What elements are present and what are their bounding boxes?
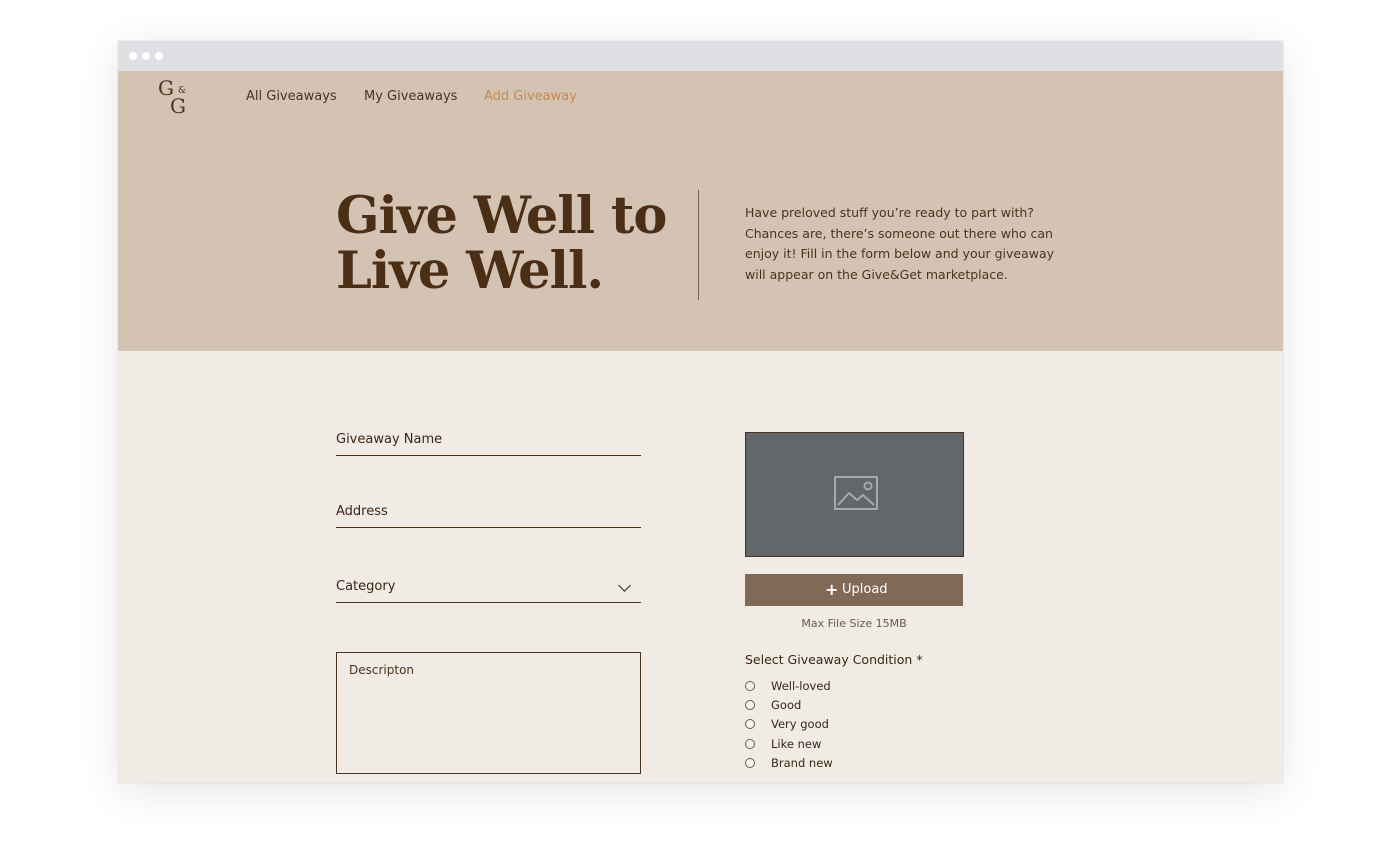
upload-button[interactable]: + Upload bbox=[745, 574, 963, 606]
upload-label: Upload bbox=[842, 582, 888, 597]
condition-label: Brand new bbox=[771, 756, 833, 770]
logo-letter: G bbox=[170, 94, 186, 118]
hero-intro-text: Have preloved stuff you’re ready to part… bbox=[745, 205, 1055, 283]
image-preview[interactable] bbox=[745, 432, 964, 557]
address-label: Address bbox=[336, 504, 388, 519]
plus-icon: + bbox=[825, 580, 839, 599]
condition-label: Well-loved bbox=[771, 679, 831, 693]
hero-divider bbox=[698, 190, 699, 300]
headline-line: Live Well. bbox=[336, 241, 604, 301]
max-file-size-note: Max File Size 15MB bbox=[801, 617, 907, 630]
radio-circle-icon[interactable] bbox=[745, 681, 755, 691]
condition-label: Very good bbox=[771, 717, 829, 731]
address-field[interactable]: Address bbox=[336, 503, 641, 528]
hero-section: G & G All Giveaways My Giveaways Add Giv… bbox=[118, 71, 1283, 351]
radio-circle-icon[interactable] bbox=[745, 739, 755, 749]
condition-label: Like new bbox=[771, 737, 822, 751]
radio-circle-icon[interactable] bbox=[745, 719, 755, 729]
window-dot-icon bbox=[155, 52, 163, 60]
giveaway-name-field[interactable]: Giveaway Name bbox=[336, 432, 641, 456]
nav-item-my-giveaways[interactable]: My Giveaways bbox=[364, 89, 457, 104]
image-icon bbox=[834, 476, 878, 510]
category-label: Category bbox=[336, 579, 396, 594]
category-select[interactable]: Category bbox=[336, 575, 641, 603]
brand-logo[interactable]: G & G bbox=[158, 78, 192, 118]
radio-circle-icon[interactable] bbox=[745, 700, 755, 710]
window-dot-icon bbox=[129, 52, 137, 60]
condition-label: Good bbox=[771, 698, 802, 712]
radio-circle-icon[interactable] bbox=[745, 758, 755, 768]
giveaway-name-label: Giveaway Name bbox=[336, 432, 443, 447]
nav-item-add-giveaway[interactable]: Add Giveaway bbox=[484, 89, 577, 104]
condition-title: Select Giveaway Condition * bbox=[745, 652, 923, 667]
browser-window: G & G All Giveaways My Giveaways Add Giv… bbox=[118, 41, 1283, 783]
hero-headline: Give Well to Live Well. bbox=[336, 186, 667, 301]
description-placeholder: Descripton bbox=[349, 663, 415, 677]
headline-line: Give Well to bbox=[336, 186, 667, 246]
nav-item-all-giveaways[interactable]: All Giveaways bbox=[246, 89, 337, 104]
chevron-down-icon[interactable] bbox=[618, 579, 631, 592]
window-dot-icon bbox=[142, 52, 150, 60]
window-titlebar bbox=[118, 41, 1283, 71]
description-textarea[interactable]: Descripton bbox=[336, 652, 641, 774]
